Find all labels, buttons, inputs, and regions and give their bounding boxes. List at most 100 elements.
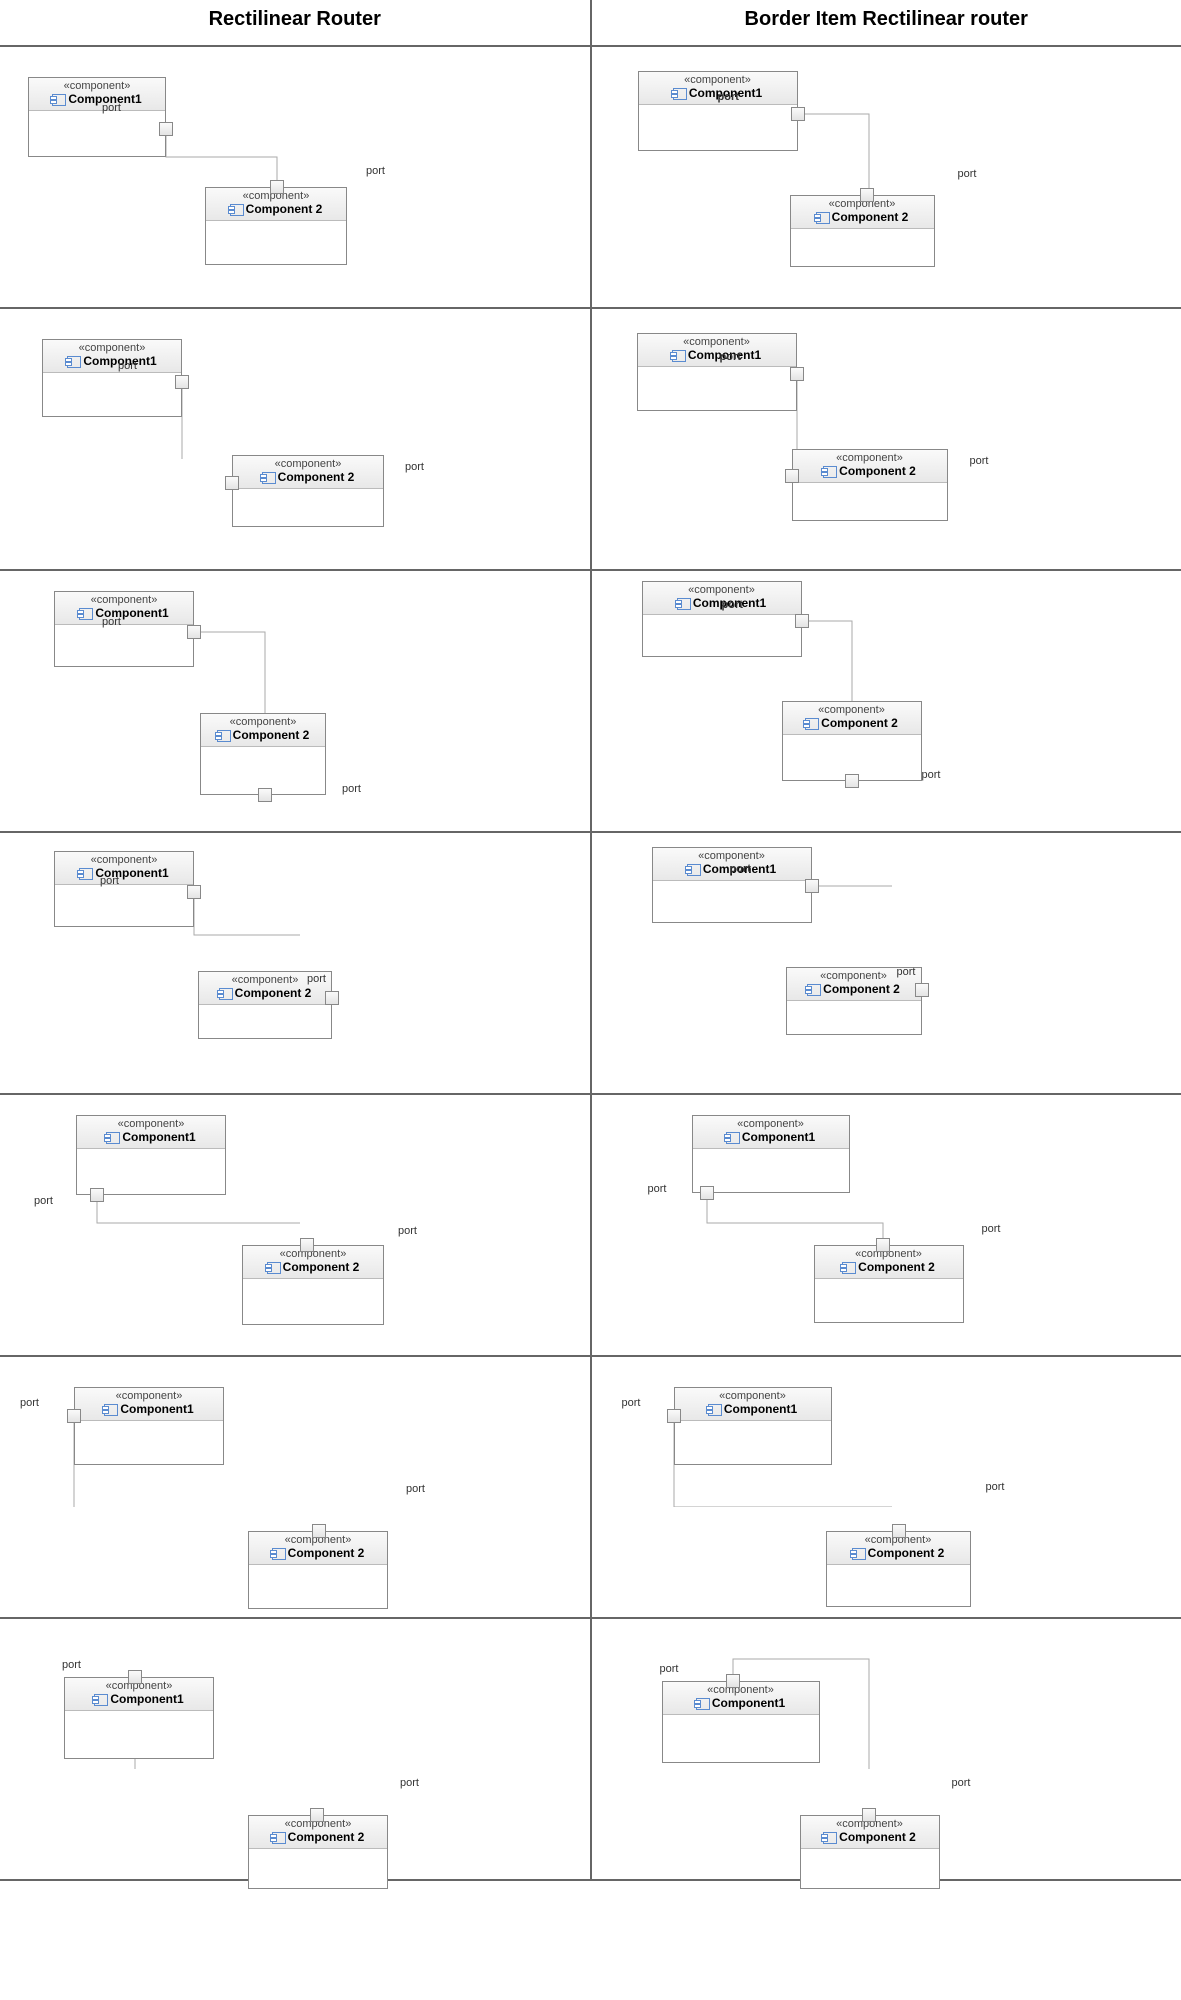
component-name: Component1 — [79, 606, 168, 620]
component-box[interactable]: «component»Component 2 — [248, 1815, 388, 1889]
port-label: port — [62, 1659, 81, 1671]
component-box[interactable]: «component»Component 2 — [232, 455, 384, 527]
component-name: Component1 — [708, 1402, 797, 1416]
port-box[interactable] — [667, 1409, 681, 1423]
component-name: Component 2 — [816, 210, 909, 224]
component-name: Component 2 — [807, 982, 900, 996]
port-box[interactable] — [225, 476, 239, 490]
component-header: «component»Component1 — [29, 78, 165, 111]
port-label: port — [102, 616, 121, 628]
port-label: port — [720, 351, 741, 363]
component-header: «component»Component 2 — [793, 450, 947, 483]
port-box[interactable] — [860, 188, 874, 202]
component-box[interactable]: «component»Component 2 — [790, 195, 935, 267]
port-box[interactable] — [915, 983, 929, 997]
component-name: Component 2 — [219, 986, 312, 1000]
component-name: Component 2 — [267, 1260, 360, 1274]
component-box[interactable]: «component»Component1 — [76, 1115, 226, 1195]
component-header: «component»Component1 — [55, 592, 193, 625]
component-name: Component 2 — [272, 1546, 365, 1560]
port-box[interactable] — [187, 625, 201, 639]
port-label: port — [405, 461, 424, 473]
port-box[interactable] — [700, 1186, 714, 1200]
component-box[interactable]: «component»Component 2 — [205, 187, 347, 265]
component-box[interactable]: «component»Component1 — [692, 1115, 850, 1193]
component-box[interactable]: «component»Component 2 — [200, 713, 326, 795]
port-box[interactable] — [876, 1238, 890, 1252]
port-label: port — [718, 91, 739, 103]
port-box[interactable] — [726, 1674, 740, 1688]
component-box[interactable]: «component»Component1 — [652, 847, 812, 923]
port-box[interactable] — [270, 180, 284, 194]
component-icon — [726, 1132, 740, 1144]
port-box[interactable] — [845, 774, 859, 788]
component-name-text: Component 2 — [868, 1546, 945, 1560]
component-box[interactable]: «component»Component1 — [64, 1677, 214, 1759]
port-box[interactable] — [187, 885, 201, 899]
component-icon — [106, 1132, 120, 1144]
port-box[interactable] — [67, 1409, 81, 1423]
component-icon — [807, 984, 821, 996]
port-box[interactable] — [312, 1524, 326, 1538]
stereotype-label: «component» — [697, 1118, 845, 1130]
stereotype-label: «component» — [81, 1118, 221, 1130]
component-name: Component 2 — [272, 1830, 365, 1844]
grid-row: «component»Component1«component»Componen… — [0, 1095, 1181, 1357]
component-box[interactable]: «component»Component1 — [674, 1387, 832, 1465]
component-name: Component 2 — [262, 470, 355, 484]
component-box[interactable]: «component»Component1 — [54, 591, 194, 667]
stereotype-label: «component» — [59, 854, 189, 866]
component-box[interactable]: «component»Component1 — [28, 77, 166, 157]
port-box[interactable] — [128, 1670, 142, 1684]
component-name: Component1 — [696, 1696, 785, 1710]
component-name-text: Component 2 — [283, 1260, 360, 1274]
port-label: port — [922, 769, 941, 781]
port-box[interactable] — [300, 1238, 314, 1252]
component-box[interactable]: «component»Component 2 — [248, 1531, 388, 1609]
component-box[interactable]: «component»Component1 — [638, 71, 798, 151]
component-box[interactable]: «component»Component1 — [662, 1681, 820, 1763]
port-label: port — [406, 1483, 425, 1495]
diagram-cell-left: «component»Component1«component» Componen… — [0, 833, 592, 1093]
stereotype-label: «component» — [657, 850, 807, 862]
stereotype-label: «component» — [33, 80, 161, 92]
port-box[interactable] — [325, 991, 339, 1005]
port-box[interactable] — [159, 122, 173, 136]
port-box[interactable] — [791, 107, 805, 121]
component-header: «component»Component1 — [638, 334, 796, 367]
port-box[interactable] — [805, 879, 819, 893]
port-box[interactable] — [795, 614, 809, 628]
port-box[interactable] — [892, 1524, 906, 1538]
component-box[interactable]: «component»Component 2 — [792, 449, 948, 521]
port-box[interactable] — [862, 1808, 876, 1822]
port-label: port — [20, 1397, 39, 1409]
component-name: Component1 — [726, 1130, 815, 1144]
component-icon — [272, 1832, 286, 1844]
component-name: Component1 — [94, 1692, 183, 1706]
component-box[interactable]: «component»Component1 — [74, 1387, 224, 1465]
component-icon — [677, 598, 691, 610]
component-box[interactable]: «component»Component1 — [54, 851, 194, 927]
port-box[interactable] — [175, 375, 189, 389]
component-name-text: Component 2 — [839, 1830, 916, 1844]
component-box[interactable]: «component»Component 2 — [800, 1815, 940, 1889]
component-box[interactable]: «component»Component 2 — [782, 701, 922, 781]
component-box[interactable]: «component»Component1 — [637, 333, 797, 411]
port-box[interactable] — [258, 788, 272, 802]
port-box[interactable] — [790, 367, 804, 381]
header-right: Border Item Rectilinear router — [592, 0, 1181, 45]
stereotype-label: «component» — [642, 336, 792, 348]
component-box[interactable]: «component»Component 2 — [242, 1245, 384, 1325]
component-box[interactable]: «component»Component 2 — [814, 1245, 964, 1323]
port-box[interactable] — [310, 1808, 324, 1822]
port-label: port — [982, 1223, 1001, 1235]
component-box[interactable]: «component»Component1 — [42, 339, 182, 417]
component-box[interactable]: «component»Component 2 — [826, 1531, 971, 1607]
component-box[interactable]: «component»Component1 — [642, 581, 802, 657]
component-name-text: Component 2 — [858, 1260, 935, 1274]
port-box[interactable] — [785, 469, 799, 483]
port-box[interactable] — [90, 1188, 104, 1202]
component-name: Component 2 — [217, 728, 310, 742]
port-label: port — [118, 360, 137, 372]
component-icon — [219, 988, 233, 1000]
